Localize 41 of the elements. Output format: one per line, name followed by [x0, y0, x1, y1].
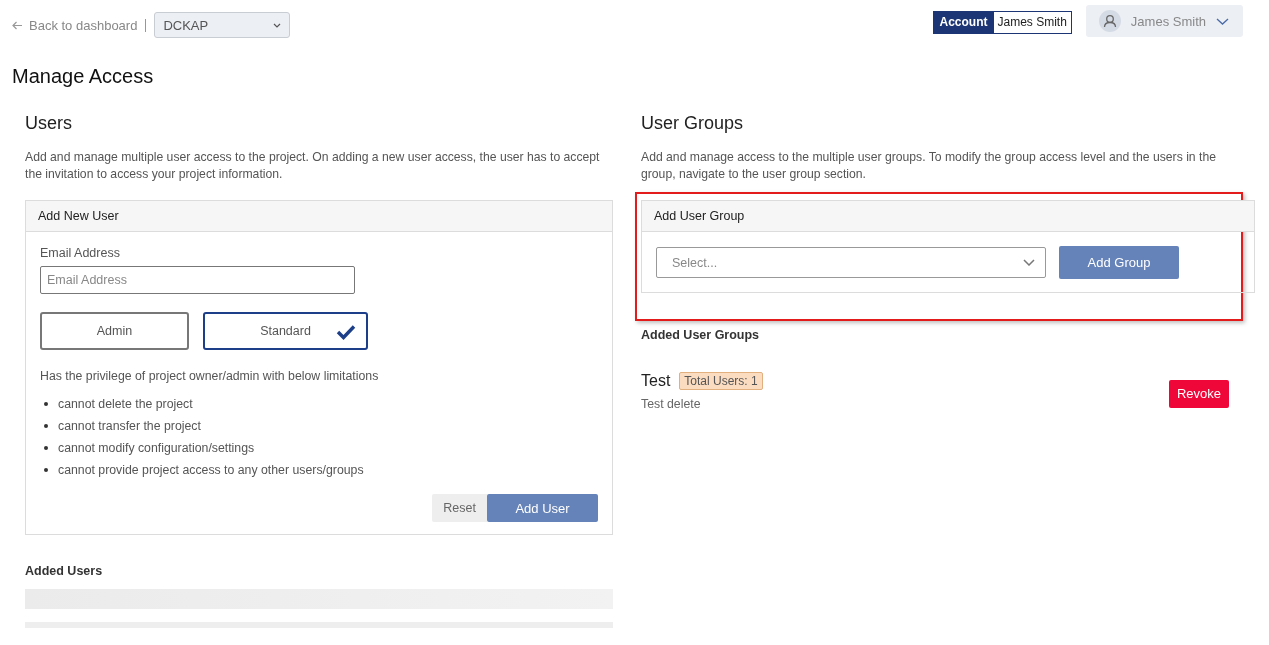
- role-option[interactable]: Admin: [40, 312, 189, 350]
- group-name: Test: [641, 372, 671, 390]
- email-input-field[interactable]: Email Address: [40, 266, 355, 294]
- page-title: Manage Access: [12, 65, 155, 88]
- privilege-note: Has the privilege of project owner/admin with below limitations: [40, 369, 380, 383]
- limitation-item: cannot modify configuration/settings: [58, 441, 255, 455]
- limitation-item: cannot provide project access to any other users/groups: [58, 463, 364, 477]
- group-description: Test delete: [641, 397, 702, 411]
- card-title: Add User Group: [654, 209, 745, 223]
- section-description: Add and manage multiple user access to the project. On adding a new user access, the user has to accept the invitation to access your project information.: [25, 149, 601, 183]
- section-heading: User Groups: [641, 113, 745, 134]
- bullet-icon: [44, 402, 48, 406]
- arrow-left-icon: [12, 20, 23, 30]
- bullet-icon: [44, 424, 48, 428]
- user-menu[interactable]: James Smith: [1085, 5, 1243, 37]
- role-option[interactable]: Standard: [203, 312, 368, 350]
- section-heading: Users: [25, 113, 73, 134]
- added-users-heading: Added Users: [25, 564, 104, 578]
- added-user-groups-heading: Added User Groups: [641, 328, 761, 342]
- back-to-dashboard-link[interactable]: Back to dashboard: [12, 17, 138, 33]
- card-title: Add New User: [38, 209, 119, 223]
- separator-bar: [145, 18, 147, 32]
- bullet-icon: [44, 468, 48, 472]
- field-label: Email Address: [40, 246, 121, 260]
- limitation-item: cannot transfer the project: [58, 419, 201, 433]
- revoke-button[interactable]: Revoke: [1169, 379, 1229, 408]
- checkmark-icon: [336, 324, 356, 340]
- group-select[interactable]: Select...: [656, 247, 1046, 278]
- add-user-button[interactable]: Add User: [487, 494, 598, 522]
- chevron-down-icon: [1216, 17, 1229, 25]
- project-select[interactable]: DCKAP: [154, 12, 291, 38]
- reset-button[interactable]: Reset: [432, 494, 487, 522]
- account-badge: Account James Smith: [932, 11, 1072, 34]
- bullet-icon: [44, 446, 48, 450]
- add-group-button[interactable]: Add Group: [1059, 246, 1179, 279]
- avatar-icon: [1098, 10, 1121, 32]
- user-count-badge: Total Users: 1: [679, 372, 763, 390]
- chevron-down-icon: [273, 22, 282, 28]
- chevron-down-icon: [1023, 259, 1035, 266]
- section-description: Add and manage access to the multiple user groups. To modify the group access level and the users in the group, navigate to the user group section.: [641, 149, 1217, 183]
- limitation-item: cannot delete the project: [58, 397, 193, 411]
